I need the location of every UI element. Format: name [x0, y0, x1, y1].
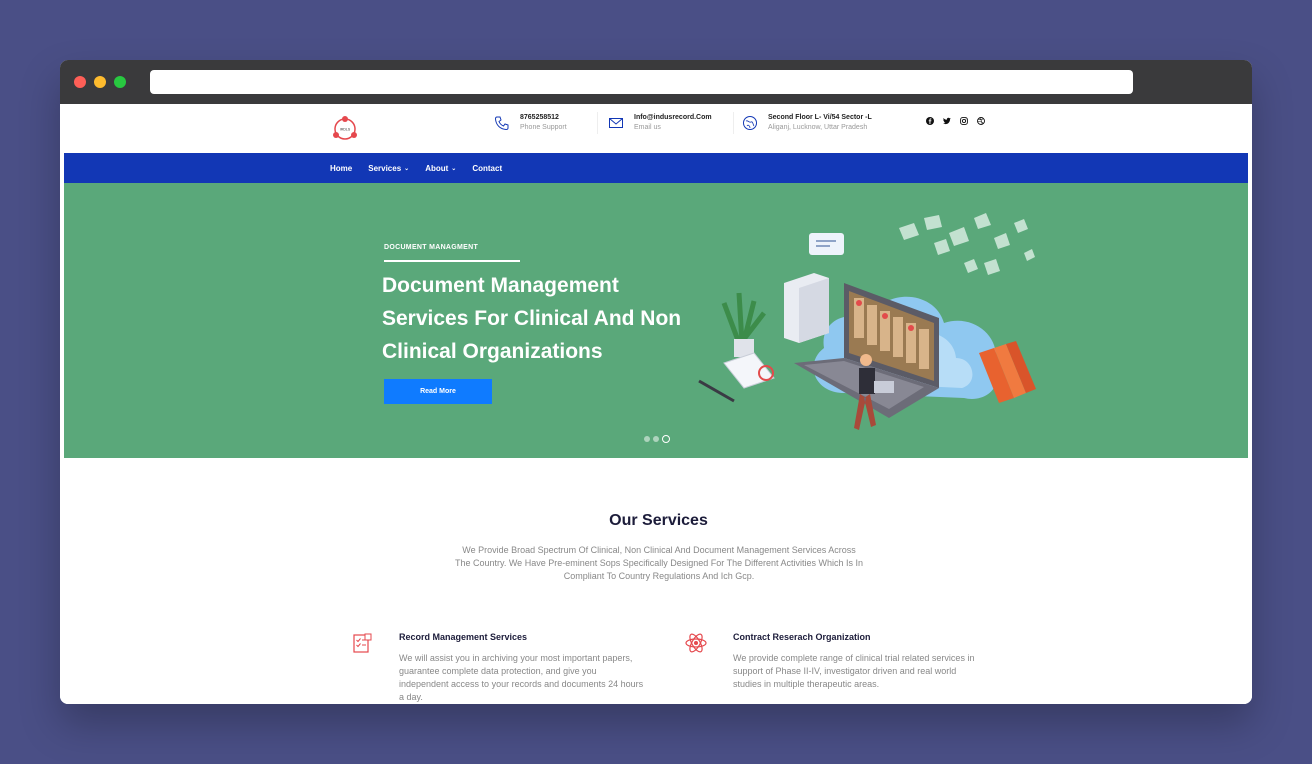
divider [384, 260, 520, 262]
twitter-icon[interactable] [943, 117, 951, 125]
read-more-button[interactable]: Read More [384, 379, 492, 404]
email-address: Info@indusrecord.Com [634, 114, 712, 121]
hero-title: Document Management Services For Clinica… [382, 274, 682, 363]
minimize-window-button[interactable] [94, 76, 106, 88]
slider-dots [644, 435, 670, 443]
nav-about[interactable]: About ⌄ [425, 164, 456, 173]
document-management-illustration [698, 213, 1036, 430]
atom-icon [685, 633, 707, 653]
browser-chrome [60, 60, 1252, 104]
svg-text:IRDLS: IRDLS [340, 128, 351, 132]
phone-number: 8765258512 [520, 114, 559, 121]
site-logo[interactable]: IRDLS [330, 114, 360, 144]
hero-slider: DOCUMENT MANAGMENT Document Management S… [64, 183, 1248, 458]
service-text: We will assist you in archiving your mos… [399, 653, 644, 702]
phone-icon [494, 116, 509, 131]
nav-home[interactable]: Home [330, 164, 352, 173]
section-description: We Provide Broad Spectrum Of Clinical, N… [455, 545, 864, 581]
nav-services[interactable]: Services ⌄ [368, 164, 409, 173]
nav-contact[interactable]: Contact [472, 164, 502, 173]
chevron-down-icon: ⌄ [404, 165, 410, 172]
social-links [926, 117, 985, 125]
service-title: Record Management Services [399, 632, 528, 642]
maximize-window-button[interactable] [114, 76, 126, 88]
dribbble-icon[interactable] [977, 117, 985, 125]
slide-dot-active[interactable] [662, 435, 670, 443]
web-page: IRDLS 8765258512 Phone Support Info@indu… [60, 104, 1252, 704]
browser-window: IRDLS 8765258512 Phone Support Info@indu… [60, 60, 1252, 704]
mail-icon [609, 118, 623, 128]
address-bar[interactable] [150, 70, 1133, 94]
main-nav: Home Services ⌄ About ⌄ Contact [64, 153, 1248, 183]
email-label: Email us [634, 124, 661, 131]
slide-dot[interactable] [653, 436, 659, 442]
phone-label: Phone Support [520, 124, 567, 131]
close-window-button[interactable] [74, 76, 86, 88]
address-contact[interactable]: Second Floor L- Vi/54 Sector -L Aliganj,… [742, 113, 872, 133]
divider [733, 112, 734, 134]
hero-eyebrow: DOCUMENT MANAGMENT [384, 244, 479, 251]
email-contact[interactable]: Info@indusrecord.Com Email us [608, 113, 712, 133]
section-title: Our Services [609, 512, 708, 529]
divider [597, 112, 598, 134]
instagram-icon[interactable] [960, 117, 968, 125]
service-title: Contract Reserach Organization [733, 632, 871, 642]
checklist-icon [353, 633, 372, 653]
chevron-down-icon: ⌄ [451, 165, 457, 172]
facebook-icon[interactable] [926, 117, 934, 125]
service-text: We provide complete range of clinical tr… [733, 653, 975, 689]
address-city: Aliganj, Lucknow, Uttar Pradesh [768, 124, 868, 131]
location-icon [743, 116, 757, 130]
address-line: Second Floor L- Vi/54 Sector -L [768, 114, 872, 121]
phone-contact[interactable]: 8765258512 Phone Support [494, 113, 567, 133]
slide-dot[interactable] [644, 436, 650, 442]
